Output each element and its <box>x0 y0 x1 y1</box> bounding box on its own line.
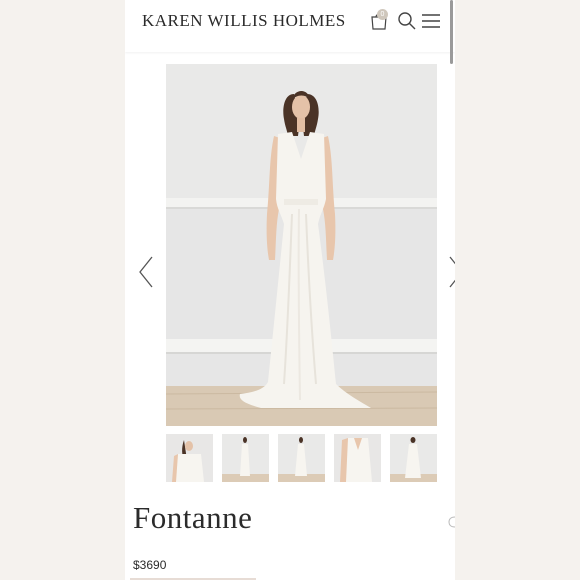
chevron-left-icon <box>139 256 153 288</box>
thumbnail-image <box>166 434 213 482</box>
thumbnail-2[interactable] <box>222 434 269 482</box>
hamburger-menu-icon <box>422 14 440 28</box>
thumbnail-image <box>334 434 381 482</box>
cart-button[interactable]: 0 <box>369 9 389 31</box>
thumbnail-4[interactable] <box>334 434 381 482</box>
product-price: $3690 <box>133 558 167 572</box>
thumbnail-image <box>278 434 325 482</box>
heart-icon <box>448 516 455 528</box>
cart-count-badge: 0 <box>377 9 388 20</box>
menu-button[interactable] <box>421 11 441 31</box>
site-header: KAREN WILLIS HOLMES 0 <box>125 0 455 64</box>
bride-gown-photo <box>166 64 437 426</box>
thumbnail-5[interactable] <box>390 434 437 482</box>
thumbnail-3[interactable] <box>278 434 325 482</box>
product-title: Fontanne <box>133 500 253 535</box>
thumbnail-image <box>222 434 269 482</box>
gallery-next-button[interactable] <box>447 255 455 289</box>
gallery-prev-button[interactable] <box>137 255 155 289</box>
search-button[interactable] <box>397 11 417 31</box>
product-main-image[interactable] <box>166 64 437 426</box>
chevron-right-icon <box>449 256 455 288</box>
search-icon <box>398 12 416 30</box>
thumbnail-strip <box>166 434 437 482</box>
thumbnail-image <box>390 434 437 482</box>
brand-logo[interactable]: KAREN WILLIS HOLMES <box>142 11 346 31</box>
scrollbar[interactable] <box>450 0 453 64</box>
product-page: KAREN WILLIS HOLMES 0 Fontanne $3690 <box>125 0 455 580</box>
thumbnail-1[interactable] <box>166 434 213 482</box>
wishlist-button[interactable] <box>445 514 455 530</box>
